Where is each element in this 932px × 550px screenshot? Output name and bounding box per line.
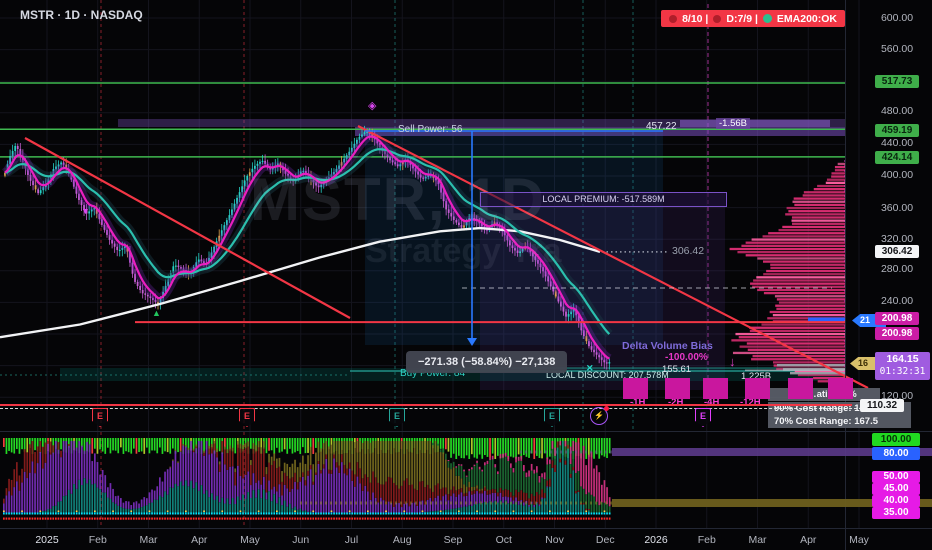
negative-volume-label: -1.56B xyxy=(716,118,750,129)
axis-price-label: 240.00 xyxy=(872,295,922,307)
low-price-badge: 110.32 xyxy=(860,399,904,412)
alert-daily-score: D:7/9 | xyxy=(726,13,758,25)
watermark-subtitle: Strategy Tra xyxy=(365,232,562,271)
pane2-badge-100: 100.00 xyxy=(872,433,920,446)
sell-signal-triangle-icon: ▼ xyxy=(81,206,90,216)
symbol-title[interactable]: MSTR · 1D · NASDAQ xyxy=(20,8,143,22)
time-axis-label[interactable]: May xyxy=(240,534,260,546)
alert-dot-icon xyxy=(669,15,677,23)
cost-range-70: 70% Cost Range: 167.5 xyxy=(774,415,911,428)
last-price: 164.15 xyxy=(875,352,930,366)
pane2-level-badge: 35.00 xyxy=(872,507,920,519)
axis-price-label: 280.00 xyxy=(872,263,922,275)
lightning-icon: ⚡ xyxy=(594,411,604,420)
alert-score: 8/10 | xyxy=(682,13,708,25)
time-axis-label[interactable]: Mar xyxy=(139,534,157,546)
time-axis-label[interactable]: Jun xyxy=(292,534,309,546)
measure-tooltip[interactable]: −271.38 (−58.84%) −27,138 xyxy=(406,351,567,373)
buy-signal-triangle-icon: ▲ xyxy=(152,308,161,318)
alert-price-badge: 459.19 xyxy=(875,124,919,137)
spin-alert-icon[interactable]: ⚡ xyxy=(590,407,608,425)
delta-volume-bias-pct: -100.00% xyxy=(665,352,708,363)
time-axis-label[interactable]: Sep xyxy=(444,534,463,546)
axis-price-label: 360.00 xyxy=(872,202,922,214)
trading-chart-window: MSTR, 1D Strategy Tra MSTR · 1D · NASDAQ… xyxy=(0,0,932,550)
alert-price-badge: 517.73 xyxy=(875,75,919,88)
highlight-box xyxy=(623,378,648,399)
alert-dot-icon xyxy=(713,15,721,23)
time-axis-label[interactable]: Jul xyxy=(345,534,358,546)
axis-price-label: 440.00 xyxy=(872,137,922,149)
time-axis-label[interactable]: Apr xyxy=(800,534,816,546)
time-axis-label[interactable]: May xyxy=(849,534,869,546)
time-axis-label[interactable]: 2025 xyxy=(35,534,58,546)
pane2-badge-80: 80.00 xyxy=(872,447,920,460)
price-chart-canvas[interactable] xyxy=(0,0,932,550)
price-badge: 306.42 xyxy=(875,245,919,258)
level-price-badge: 200.98 xyxy=(875,312,919,325)
highlight-box xyxy=(745,378,770,399)
last-price-badge: 164.15 01:32:31 xyxy=(875,352,930,380)
time-axis-label[interactable]: Oct xyxy=(496,534,512,546)
pane2-level-badge: 40.00 xyxy=(872,495,920,507)
alert-red-dot-icon xyxy=(604,406,609,411)
diamond-marker-icon: ◈ xyxy=(368,99,376,112)
time-axis-label[interactable]: 2026 xyxy=(644,534,667,546)
axis-price-label: 600.00 xyxy=(872,12,922,24)
highlight-box xyxy=(665,378,690,399)
time-axis-label[interactable]: Apr xyxy=(191,534,207,546)
time-axis-label[interactable]: Dec xyxy=(596,534,615,546)
countdown-timer: 01:32:31 xyxy=(875,366,930,378)
ema200-value-label: 306.42 xyxy=(672,245,704,257)
axis-price-label: 320.00 xyxy=(872,233,922,245)
base-dashed-line xyxy=(0,408,862,409)
time-axis-label[interactable]: Feb xyxy=(89,534,107,546)
alert-status-badge[interactable]: 8/10 | D:7/9 | EMA200:OK xyxy=(661,10,845,27)
level-price-badge: 200.98 xyxy=(875,327,919,340)
highlight-box xyxy=(703,378,728,399)
delta-volume-bias-title: Delta Volume Bias xyxy=(622,340,713,352)
alert-price-badge: 424.14 xyxy=(875,151,919,164)
ema-status: EMA200:OK xyxy=(777,13,837,25)
local-premium-box[interactable]: LOCAL PREMIUM: -517.589M xyxy=(480,192,727,207)
pane2-level-badge: 45.00 xyxy=(872,483,920,495)
highlight-box xyxy=(788,378,813,399)
axis-price-label: 560.00 xyxy=(872,43,922,55)
axis-price-label: 400.00 xyxy=(872,169,922,181)
start-price-label: 457.22 xyxy=(646,121,677,132)
sell-power-label: Sell Power: 56 xyxy=(398,124,462,135)
time-axis-label[interactable]: Nov xyxy=(545,534,564,546)
highlight-box xyxy=(828,378,853,399)
time-axis-label[interactable]: Mar xyxy=(748,534,766,546)
time-axis-label[interactable]: Aug xyxy=(393,534,412,546)
base-red-line xyxy=(0,404,852,406)
time-axis-label[interactable]: Feb xyxy=(698,534,716,546)
pane2-level-badge: 50.00 xyxy=(872,471,920,483)
down-arrow-icon: ↓ xyxy=(729,354,736,369)
axis-price-label: 480.00 xyxy=(872,105,922,117)
ema-ok-dot-icon xyxy=(763,14,772,23)
